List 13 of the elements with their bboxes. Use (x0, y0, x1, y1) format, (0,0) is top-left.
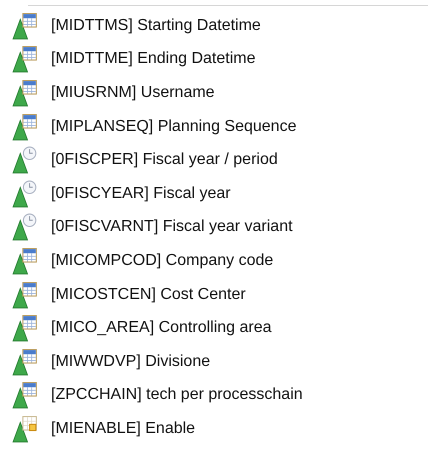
tree-item-label[interactable]: [MIUSRNM] Username (51, 84, 215, 102)
tree-item-label[interactable]: [MIPLANSEQ] Planning Sequence (51, 118, 296, 136)
tree-item-label[interactable]: [MIDTTMS] Starting Datetime (51, 16, 261, 35)
tree-item-label[interactable]: [MICO_AREA] Controlling area (51, 319, 272, 338)
tree-item-label[interactable]: [0FISCVARNT] Fiscal year variant (51, 218, 293, 236)
tree-item-label[interactable]: [MIENABLE] Enable (51, 420, 196, 438)
tree-item-label[interactable]: [MICOSTCEN] Cost Center (51, 286, 246, 304)
tree-item-label[interactable]: [0FISCPER] Fiscal year / period (51, 151, 278, 170)
tree-item-label[interactable]: [MICOMPCOD] Company code (51, 252, 274, 270)
tree-item-label[interactable]: [MIDTTME] Ending Datetime (51, 50, 256, 68)
tree-item-label[interactable]: [ZPCCHAIN] tech per processchain (51, 386, 303, 404)
tree-item-label[interactable]: [0FISCYEAR] Fiscal year (51, 184, 231, 203)
tree-item-label[interactable]: [MIWWDVP] Divisione (51, 352, 210, 371)
